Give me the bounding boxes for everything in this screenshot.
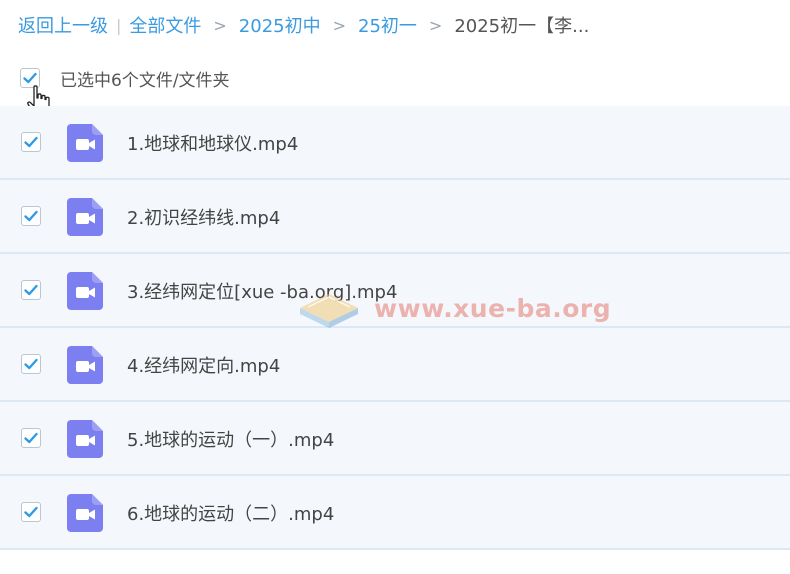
file-checkbox[interactable] <box>21 132 41 152</box>
video-file-icon <box>67 420 103 458</box>
file-list: 1.地球和地球仪.mp4 2.初识经纬线.mp4 3.经纬网定位[xue -ba… <box>0 106 790 550</box>
file-row[interactable]: 6.地球的运动（二）.mp4 <box>0 476 790 550</box>
selection-count: 已选中6个文件/文件夹 <box>60 70 230 91</box>
file-name[interactable]: 6.地球的运动（二）.mp4 <box>127 500 334 526</box>
video-file-icon <box>67 272 103 310</box>
video-file-icon <box>67 494 103 532</box>
video-file-icon <box>67 346 103 384</box>
back-link[interactable]: 返回上一级 <box>18 12 108 38</box>
file-name[interactable]: 3.经纬网定位[xue -ba.org].mp4 <box>127 278 397 304</box>
breadcrumb-25-grade-one[interactable]: 25初一 <box>358 12 417 38</box>
chevron-right-icon: > <box>332 15 347 35</box>
file-row[interactable]: 3.经纬网定位[xue -ba.org].mp4 <box>0 254 790 328</box>
breadcrumb: 返回上一级 | 全部文件 > 2025初中 > 25初一 > 2025初一【李.… <box>18 12 589 38</box>
checkmark-icon <box>24 284 38 296</box>
checkmark-icon <box>24 210 38 222</box>
file-name[interactable]: 1.地球和地球仪.mp4 <box>127 130 298 156</box>
checkmark-icon <box>24 136 38 148</box>
file-checkbox[interactable] <box>21 354 41 374</box>
checkmark-icon <box>24 506 38 518</box>
breadcrumb-divider: | <box>116 15 122 35</box>
file-row[interactable]: 5.地球的运动（一）.mp4 <box>0 402 790 476</box>
file-name[interactable]: 5.地球的运动（一）.mp4 <box>127 426 334 452</box>
breadcrumb-all-files[interactable]: 全部文件 <box>129 12 201 38</box>
breadcrumb-current: 2025初一【李... <box>454 16 590 37</box>
video-file-icon <box>67 124 103 162</box>
file-checkbox[interactable] <box>21 206 41 226</box>
file-row[interactable]: 1.地球和地球仪.mp4 <box>0 106 790 180</box>
file-name[interactable]: 2.初识经纬线.mp4 <box>127 204 280 230</box>
chevron-right-icon: > <box>428 15 443 35</box>
file-row[interactable]: 2.初识经纬线.mp4 <box>0 180 790 254</box>
chevron-right-icon: > <box>213 15 227 35</box>
checkmark-icon <box>24 358 38 370</box>
checkmark-icon <box>24 432 38 444</box>
file-row[interactable]: 4.经纬网定向.mp4 <box>0 328 790 402</box>
video-file-icon <box>67 198 103 236</box>
file-checkbox[interactable] <box>21 428 41 448</box>
file-checkbox[interactable] <box>21 502 41 522</box>
breadcrumb-2025-middle-school[interactable]: 2025初中 <box>239 12 321 38</box>
file-name[interactable]: 4.经纬网定向.mp4 <box>127 352 280 378</box>
file-checkbox[interactable] <box>21 280 41 300</box>
